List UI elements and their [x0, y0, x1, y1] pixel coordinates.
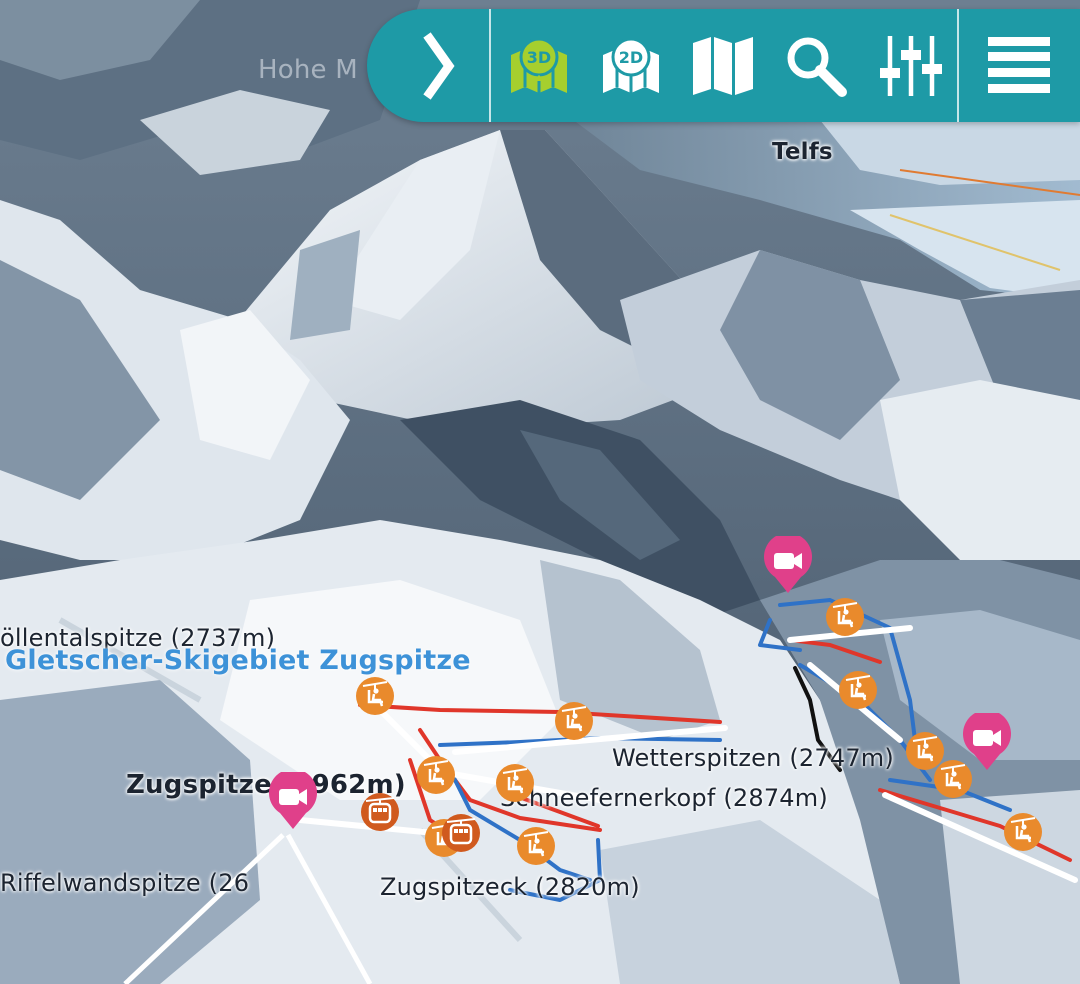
search-icon: [787, 37, 847, 97]
peak-label-hohe-munde[interactable]: Hohe M: [258, 55, 358, 85]
hamburger-menu-icon: [988, 36, 1050, 93]
chairlift-marker[interactable]: [825, 597, 865, 637]
peak-label-wetterspitzen[interactable]: Wetterspitzen (2747m): [612, 744, 894, 772]
chairlift-marker[interactable]: [416, 755, 456, 795]
cable-car-marker[interactable]: [441, 813, 481, 853]
cable-car-marker[interactable]: [360, 792, 400, 832]
chairlift-marker[interactable]: [355, 676, 395, 716]
peak-label-zugspitzeck[interactable]: Zugspitzeck (2820m): [380, 873, 640, 901]
chairlift-marker[interactable]: [554, 701, 594, 741]
map-button[interactable]: [679, 9, 767, 122]
svg-text:2D: 2D: [619, 48, 643, 67]
chairlift-marker[interactable]: [1003, 812, 1043, 852]
sliders-icon: [880, 35, 942, 96]
toolbar-divider: [489, 9, 491, 122]
chairlift-marker[interactable]: [838, 670, 878, 710]
svg-text:3D: 3D: [527, 48, 551, 67]
webcam-marker-zugspitze[interactable]: [268, 772, 318, 830]
chairlift-marker[interactable]: [495, 763, 535, 803]
map-3d-icon: 3D: [511, 37, 567, 93]
toolbar-divider: [957, 9, 959, 122]
ski-area-label-zugspitze[interactable]: Gletscher-Skigebiet Zugspitze: [5, 645, 471, 676]
folded-map-icon: [693, 36, 753, 95]
menu-button[interactable]: [963, 9, 1075, 122]
map-2d-icon: 2D: [603, 37, 659, 93]
expand-toggle-button[interactable]: [385, 9, 490, 122]
peak-label-schneefernerkopf[interactable]: Schneefernerkopf (2874m): [500, 784, 828, 812]
chairlift-marker[interactable]: [516, 826, 556, 866]
filter-button[interactable]: [865, 9, 957, 122]
search-button[interactable]: [771, 9, 861, 122]
peak-label-riffelwandspitze[interactable]: Riffelwandspitze (26: [0, 869, 249, 897]
town-label-telfs[interactable]: Telfs: [772, 139, 833, 165]
chevron-right-icon: [422, 31, 455, 100]
webcam-marker-ehrwald-valley[interactable]: [763, 536, 813, 594]
webcam-marker-ehrwald-slope[interactable]: [962, 713, 1012, 771]
view-2d-button[interactable]: 2D: [587, 9, 675, 122]
map-toolbar: 3D 2D: [367, 9, 1080, 122]
view-3d-button[interactable]: 3D: [495, 9, 583, 122]
